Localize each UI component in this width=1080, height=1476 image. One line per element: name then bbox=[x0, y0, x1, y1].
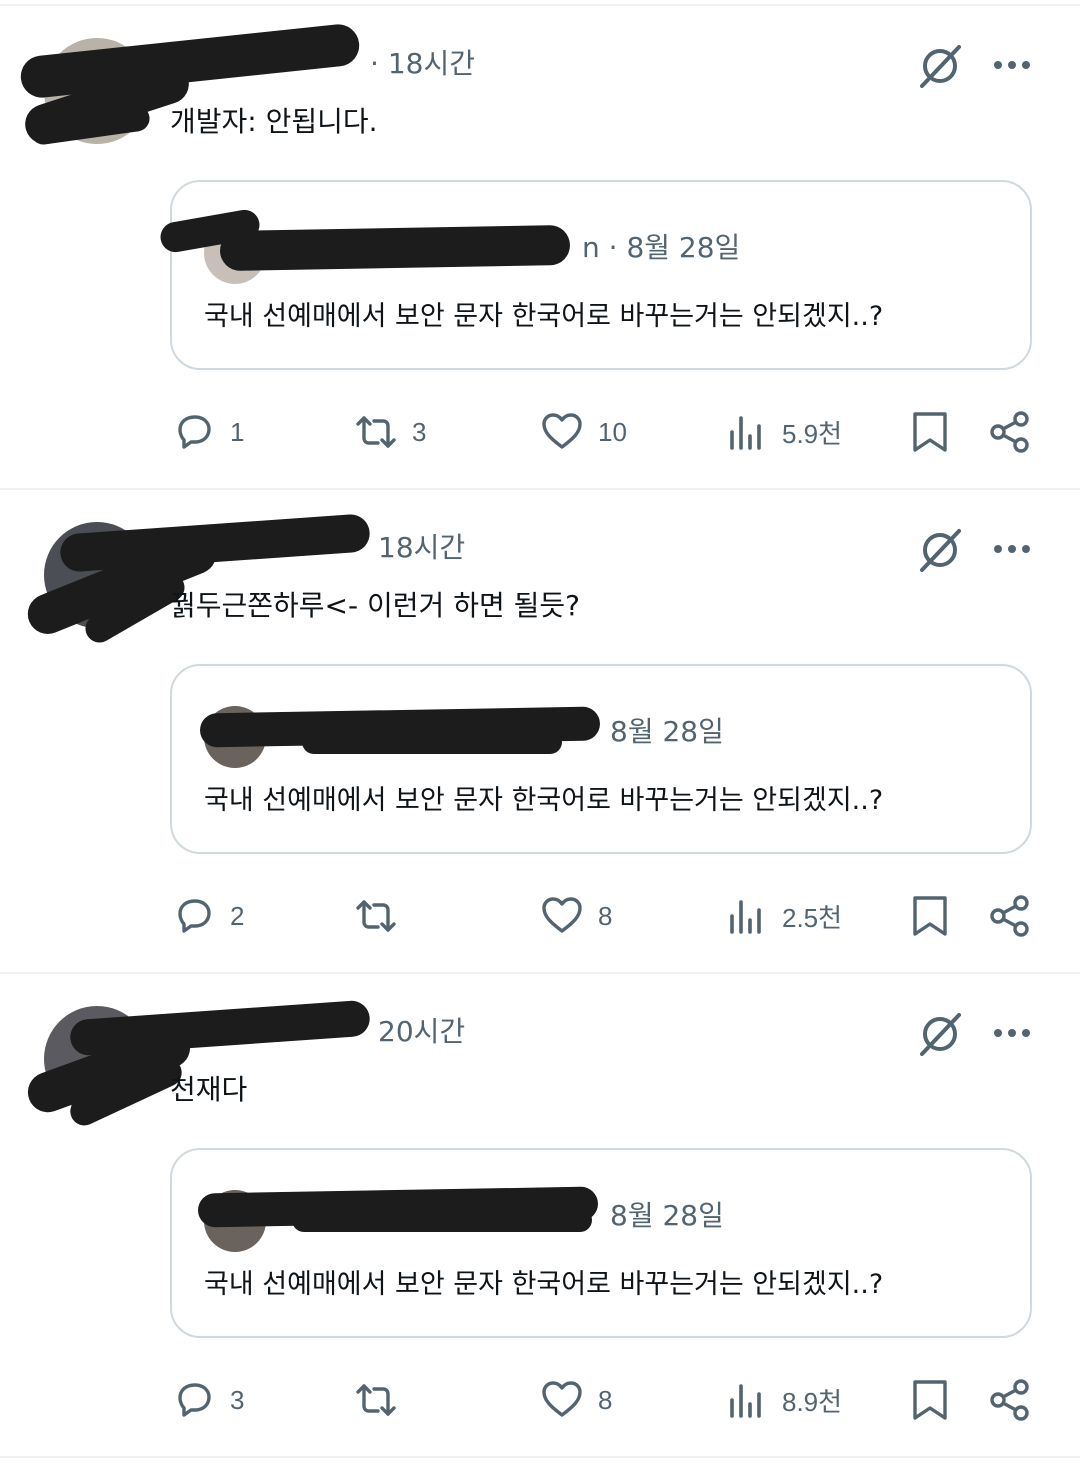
views-count: 5.9천 bbox=[782, 418, 843, 449]
quoted-date: 8월 28일 bbox=[610, 715, 724, 748]
quoted-post[interactable]: n · 8월 28일 국내 선예매에서 보안 문자 한국어로 바꾸는거는 안되겠… bbox=[158, 180, 1032, 370]
reply-bubble-icon bbox=[178, 1383, 211, 1417]
repost-button[interactable]: 3 bbox=[354, 410, 426, 454]
reply-count: 1 bbox=[230, 416, 245, 447]
post-text: 천재다 bbox=[170, 1073, 248, 1106]
redaction-mark bbox=[302, 730, 562, 754]
bookmark-button[interactable] bbox=[908, 894, 952, 938]
bottom-divider bbox=[0, 1456, 1080, 1458]
share-icon bbox=[990, 895, 1029, 937]
quoted-text: 국내 선예매에서 보안 문자 한국어로 바꾸는거는 안되겠지..? bbox=[204, 785, 884, 816]
quoted-meta: 8월 28일 bbox=[610, 710, 724, 750]
like-button[interactable]: 10 bbox=[540, 410, 627, 454]
share-button[interactable] bbox=[988, 1378, 1032, 1422]
redaction-mark bbox=[292, 1208, 592, 1232]
heart-icon bbox=[542, 413, 582, 449]
views-button[interactable]: 2.5천 bbox=[724, 894, 842, 938]
reply-button[interactable]: 3 bbox=[172, 1378, 244, 1422]
bookmark-button[interactable] bbox=[908, 410, 952, 454]
post-meta: 18시간 bbox=[378, 526, 465, 566]
quoted-post[interactable]: 8월 28일 국내 선예매에서 보안 문자 한국어로 바꾸는거는 안되겠지..? bbox=[170, 1148, 1032, 1338]
quoted-meta: 8월 28일 bbox=[610, 1194, 724, 1234]
share-icon bbox=[990, 411, 1029, 453]
post-1[interactable]: · 18시간 개발자: 안됩니다. n · 8월 28일 국내 선예매에서 보안… bbox=[0, 0, 1080, 484]
views-count: 8.9천 bbox=[782, 1386, 843, 1417]
reply-bubble-icon bbox=[178, 899, 211, 933]
post-meta: 20시간 bbox=[378, 1010, 465, 1050]
quoted-post[interactable]: 8월 28일 국내 선예매에서 보안 문자 한국어로 바꾸는거는 안되겠지..? bbox=[170, 664, 1032, 854]
views-count: 2.5천 bbox=[782, 902, 843, 933]
more-dots-icon[interactable] bbox=[988, 48, 1036, 82]
views-bars-icon bbox=[730, 1384, 761, 1418]
post-text: 꿝두근쫀하루<- 이런거 하면 될듯? bbox=[170, 589, 581, 622]
heart-icon bbox=[542, 897, 582, 933]
grok-icon[interactable] bbox=[916, 1010, 964, 1058]
reply-bubble-icon bbox=[178, 415, 211, 449]
views-button[interactable]: 5.9천 bbox=[724, 410, 842, 454]
bookmark-icon bbox=[913, 1380, 947, 1420]
post-2[interactable]: 18시간 꿝두근쫀하루<- 이런거 하면 될듯? 8월 28일 국내 선예매에서… bbox=[0, 484, 1080, 968]
reply-count: 3 bbox=[230, 1384, 245, 1415]
post-3[interactable]: 20시간 천재다 8월 28일 국내 선예매에서 보안 문자 한국어로 바꾸는거… bbox=[0, 968, 1080, 1452]
like-count: 10 bbox=[598, 416, 627, 447]
heart-icon bbox=[542, 1381, 582, 1417]
repost-button[interactable] bbox=[354, 1378, 412, 1422]
repost-count: 3 bbox=[412, 416, 427, 447]
bookmark-icon bbox=[913, 412, 947, 452]
repost-arrows-icon bbox=[356, 416, 396, 448]
reply-button[interactable]: 1 bbox=[172, 410, 244, 454]
quoted-date: 8월 28일 bbox=[610, 1199, 724, 1232]
post-time[interactable]: 20시간 bbox=[378, 1015, 465, 1048]
post-text: 개발자: 안됩니다. bbox=[170, 105, 378, 138]
like-button[interactable]: 8 bbox=[540, 1378, 612, 1422]
repost-button[interactable] bbox=[354, 894, 412, 938]
redaction-mark bbox=[18, 22, 362, 100]
grok-icon[interactable] bbox=[916, 42, 964, 90]
quoted-meta: n · 8월 28일 bbox=[582, 231, 741, 264]
like-count: 8 bbox=[598, 900, 613, 931]
bookmark-button[interactable] bbox=[908, 1378, 952, 1422]
post-meta: · 18시간 bbox=[370, 47, 475, 80]
post-time[interactable]: 18시간 bbox=[378, 531, 465, 564]
views-bars-icon bbox=[730, 900, 761, 934]
like-button[interactable]: 8 bbox=[540, 894, 612, 938]
views-bars-icon bbox=[730, 416, 761, 450]
repost-arrows-icon bbox=[356, 1384, 396, 1416]
reply-count: 2 bbox=[230, 900, 245, 931]
quoted-text: 국내 선예매에서 보안 문자 한국어로 바꾸는거는 안되겠지..? bbox=[204, 301, 884, 332]
more-dots-icon[interactable] bbox=[988, 1016, 1036, 1050]
repost-arrows-icon bbox=[356, 900, 396, 932]
bookmark-icon bbox=[913, 896, 947, 936]
more-dots-icon[interactable] bbox=[988, 532, 1036, 566]
views-button[interactable]: 8.9천 bbox=[724, 1378, 842, 1422]
reply-button[interactable]: 2 bbox=[172, 894, 244, 938]
share-button[interactable] bbox=[988, 410, 1032, 454]
quoted-date: 8월 28일 bbox=[626, 231, 741, 264]
quoted-text: 국내 선예매에서 보안 문자 한국어로 바꾸는거는 안되겠지..? bbox=[204, 1269, 884, 1300]
like-count: 8 bbox=[598, 1384, 613, 1415]
grok-icon[interactable] bbox=[916, 526, 964, 574]
redaction-mark bbox=[219, 224, 571, 272]
share-button[interactable] bbox=[988, 894, 1032, 938]
share-icon bbox=[990, 1379, 1029, 1421]
post-time[interactable]: 18시간 bbox=[388, 47, 475, 80]
